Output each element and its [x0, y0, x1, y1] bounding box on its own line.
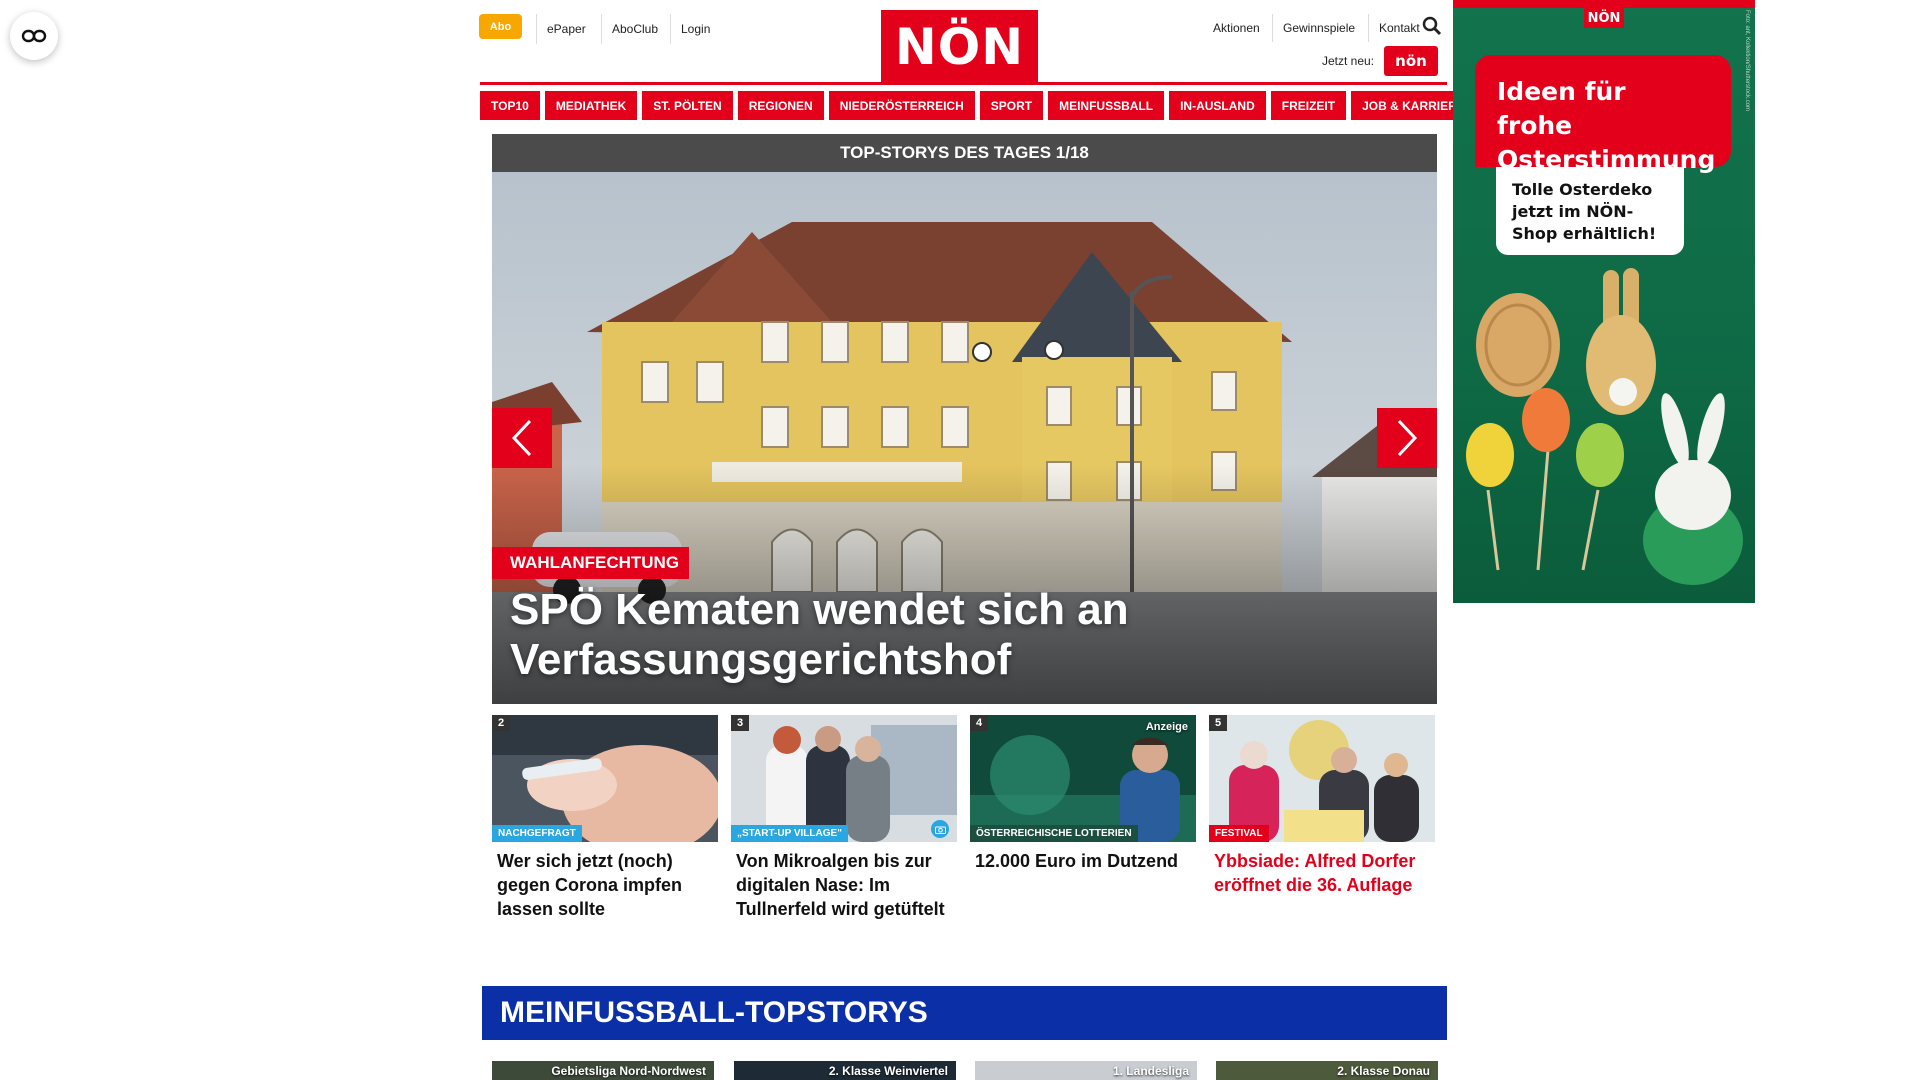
nav-item-in-ausland[interactable]: IN-AUSLAND [1169, 91, 1266, 120]
epaper-link[interactable]: ePaper [536, 14, 596, 44]
story-image: 5 FESTIVAL [1209, 715, 1435, 842]
story-category: NACHGEFRAGT [492, 825, 582, 842]
football-card[interactable]: 1. Landesliga [975, 1061, 1197, 1080]
hero-headline[interactable]: SPÖ Kematen wendet sich an Verfassungsge… [510, 585, 1410, 685]
story-number: 5 [1209, 715, 1228, 731]
football-card-label: 1. Landesliga [1112, 1064, 1189, 1078]
story-card[interactable]: 3 „START-UP VILLAGE" Von Mikroalgen bis … [731, 715, 957, 921]
nav-item-niederoesterreich[interactable]: NIEDERÖSTERREICH [828, 91, 975, 120]
story-image: 4 Anzeige ÖSTERREICHISCHE LOTTERIEN [970, 715, 1196, 842]
ad-photo-credit: Foto: ant, Kollektion/Shutterstock.com [1744, 10, 1750, 112]
story-number: 4 [970, 715, 989, 731]
chevron-left-icon [511, 419, 532, 457]
ad-logo: NÖN [1584, 8, 1624, 28]
gewinnspiele-link[interactable]: Gewinnspiele [1272, 14, 1365, 42]
football-card-label: 2. Klasse Weinviertel [828, 1064, 948, 1078]
jetzt-neu-label: Jetzt neu: [1322, 54, 1375, 68]
nav-item-sport[interactable]: SPORT [979, 91, 1044, 120]
accessibility-icon [21, 29, 47, 43]
story-image: 3 „START-UP VILLAGE" [731, 715, 957, 842]
aboclub-link[interactable]: AboClub [601, 14, 668, 44]
hero-next-button[interactable] [1377, 408, 1437, 468]
ad-subtext: Tolle Osterdeko jetzt im NÖN-Shop erhält… [1496, 167, 1684, 255]
story-image: 2 NACHGEFRAGT [492, 715, 718, 842]
search-icon[interactable] [1419, 13, 1445, 39]
non-logo[interactable]: NÖN [881, 10, 1038, 84]
story-card[interactable]: 2 NACHGEFRAGT Wer sich jetzt (noch) gege… [492, 715, 718, 921]
story-title[interactable]: Wer sich jetzt (noch) gegen Corona impfe… [492, 849, 718, 921]
football-card-label: Gebietsliga Nord-Nordwest [551, 1064, 706, 1078]
story-category: ÖSTERREICHISCHE LOTTERIEN [970, 825, 1138, 842]
abo-button[interactable]: Abo [479, 14, 522, 39]
story-category: FESTIVAL [1209, 825, 1269, 842]
nav-item-meinfussball[interactable]: MEINFUSSBALL [1048, 91, 1165, 120]
story-title[interactable]: Von Mikroalgen bis zur digitalen Nase: I… [731, 849, 957, 921]
hero-prev-button[interactable] [492, 408, 552, 468]
nav-item-mediathek[interactable]: MEDIATHEK [544, 91, 638, 120]
nav-item-st-poelten[interactable]: ST. PÖLTEN [642, 91, 733, 120]
football-card[interactable]: Gebietsliga Nord-Nordwest [492, 1061, 714, 1080]
login-link[interactable]: Login [670, 14, 720, 44]
story-title[interactable]: Ybbsiade: Alfred Dorfer eröffnet die 36.… [1209, 849, 1435, 897]
story-card[interactable]: 5 FESTIVAL Ybbsiade: Alfred Dorfer eröff… [1209, 715, 1435, 897]
hero-category-tag: WAHLANFECHTUNG [492, 547, 690, 579]
easter-decor-illustration [1466, 268, 1743, 585]
ad-top-strip [1453, 0, 1755, 8]
nav-item-freizeit[interactable]: FREIZEIT [1270, 91, 1347, 120]
story-category: „START-UP VILLAGE" [731, 825, 848, 842]
football-card[interactable]: 2. Klasse Weinviertel [734, 1061, 956, 1080]
nav-item-top10[interactable]: TOP10 [480, 91, 540, 120]
story-number: 3 [731, 715, 750, 731]
accessibility-button[interactable] [10, 12, 58, 60]
football-card[interactable]: 2. Klasse Donau [1216, 1061, 1438, 1080]
easter-ad-banner[interactable]: NÖN Foto: ant, Kollektion/Shutterstock.c… [1453, 0, 1755, 603]
top-stories-bar: TOP-STORYS DES TAGES 1/18 [492, 134, 1437, 172]
football-section-header[interactable]: MEINFUSSBALL-TOPSTORYS [482, 986, 1447, 1040]
football-card-label: 2. Klasse Donau [1337, 1064, 1430, 1078]
main-nav: TOP10 MEDIATHEK ST. PÖLTEN REGIONEN NIED… [480, 91, 1476, 120]
story-number: 2 [492, 715, 511, 731]
camera-icon [931, 820, 949, 838]
aktionen-link[interactable]: Aktionen [1203, 14, 1270, 42]
header-divider [480, 82, 1447, 85]
ad-badge: Anzeige [1145, 721, 1188, 733]
story-card[interactable]: 4 Anzeige ÖSTERREICHISCHE LOTTERIEN 12.0… [970, 715, 1196, 873]
ad-headline: Ideen für frohe Osterstimmung [1475, 55, 1731, 174]
chevron-right-icon [1397, 419, 1418, 457]
nav-item-regionen[interactable]: REGIONEN [737, 91, 824, 120]
story-title[interactable]: 12.000 Euro im Dutzend [970, 849, 1196, 873]
jetzt-neu-badge[interactable]: nön [1384, 46, 1438, 76]
